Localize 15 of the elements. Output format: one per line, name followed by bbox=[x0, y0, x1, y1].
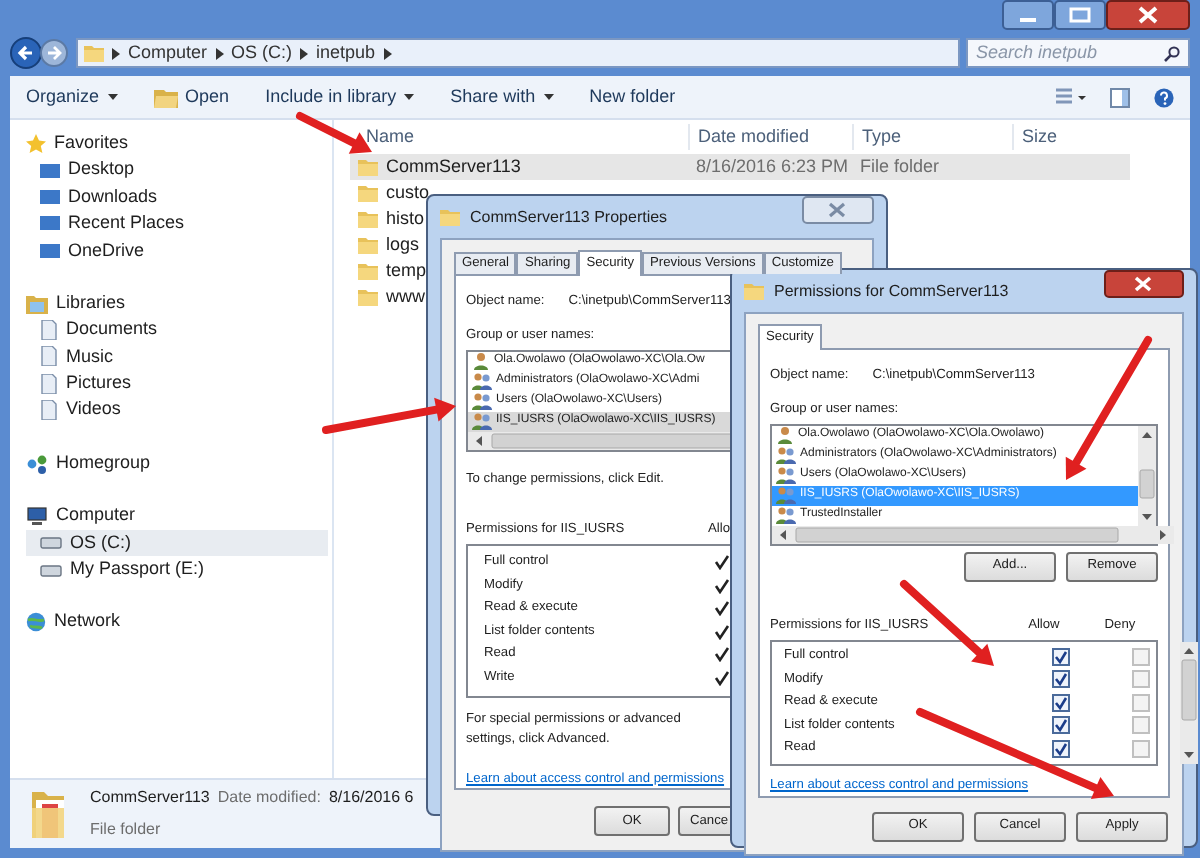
file-name: www bbox=[386, 283, 425, 310]
search-placeholder: Search inetpub bbox=[976, 39, 1098, 66]
details-label: Date modified: bbox=[217, 786, 321, 810]
details-date: 8/16/2016 6 bbox=[328, 786, 414, 810]
dialog-title: Permissions for CommServer113 bbox=[774, 279, 1009, 303]
dialog-title: CommServer113 Properties bbox=[470, 205, 668, 229]
file-name: logs bbox=[386, 231, 420, 258]
file-name: custo bbox=[386, 179, 430, 206]
file-type: File folder bbox=[858, 153, 942, 180]
file-name: histo bbox=[386, 205, 425, 232]
details-type: File folder bbox=[90, 818, 163, 842]
file-name: temp bbox=[386, 257, 427, 284]
details-name: CommServer113 bbox=[90, 786, 210, 810]
file-date: 8/16/2016 6:23 PM bbox=[694, 153, 851, 180]
file-name: CommServer113 bbox=[386, 153, 521, 180]
